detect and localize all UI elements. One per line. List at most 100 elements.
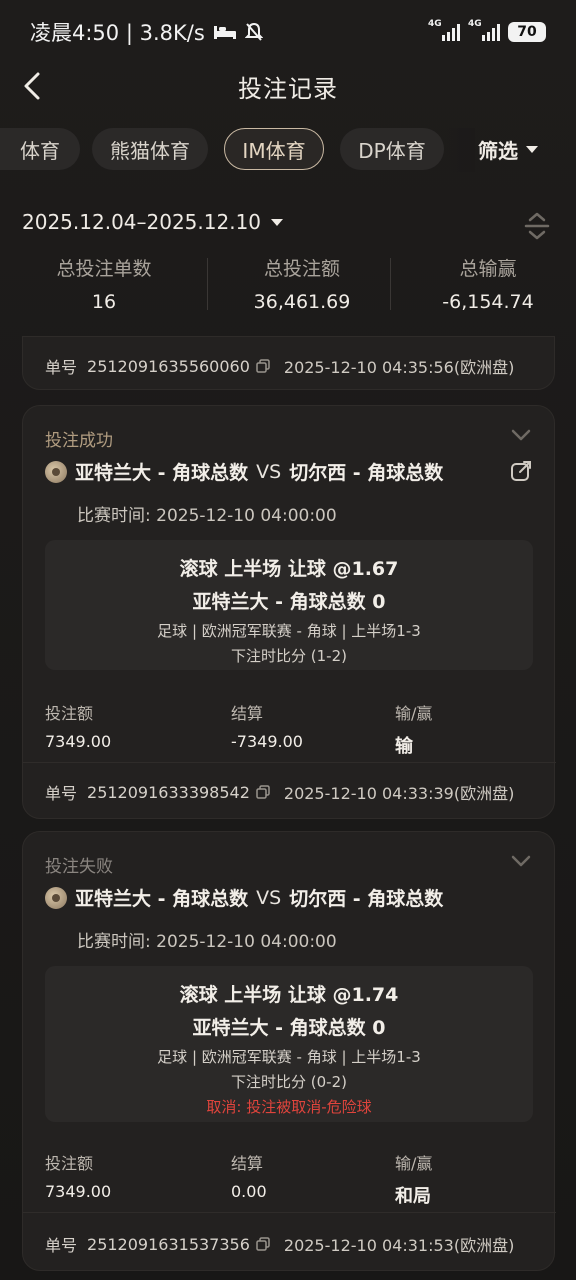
- order-label: 单号: [45, 784, 78, 803]
- bet-score-at-placement: 下注时比分 (1-2): [231, 647, 347, 665]
- bet-score-at-placement: 下注时比分 (0-2): [231, 1073, 347, 1091]
- stat-label: 总投注单数: [56, 258, 152, 280]
- filter-label: 筛选: [478, 138, 518, 163]
- match-time: 比赛时间: 2025-12-10 04:00:00: [77, 932, 337, 952]
- bed-icon: [213, 26, 236, 39]
- home-team: 亚特兰大 - 角球总数: [75, 888, 249, 910]
- stat-label: 总投注额: [263, 258, 340, 280]
- provider-tabs: 体育 熊猫体育 IM体育 DP体育 筛选: [0, 128, 576, 172]
- order-label: 单号: [45, 358, 78, 377]
- away-team: 切尔西 - 角球总数: [289, 462, 444, 484]
- tab-dp-sports[interactable]: DP体育: [340, 128, 444, 170]
- stat-total-winloss: 总输赢 -6,154.74: [392, 254, 576, 313]
- divider: [23, 1212, 556, 1213]
- bet-market: 滚球 上半场 让球 @1.67: [179, 558, 399, 580]
- home-team: 亚特兰大 - 角球总数: [75, 462, 249, 484]
- stake-value: 7349.00: [45, 1182, 112, 1201]
- filter-button[interactable]: 筛选: [478, 128, 538, 170]
- stat-label: 总输赢: [459, 258, 517, 280]
- signal-icon: 4G: [468, 19, 500, 41]
- order-time: 2025-12-10 04:35:56(欧洲盘): [283, 358, 515, 377]
- copy-icon[interactable]: [256, 785, 270, 799]
- order-row: 单号 2512091633398542 2025-12-10 04:33:39(…: [45, 780, 514, 804]
- result-label: 输/赢: [395, 704, 433, 723]
- stat-value: 36,461.69: [253, 291, 351, 313]
- match-title: 亚特兰大 - 角球总数 VS 切尔西 - 角球总数: [45, 884, 443, 911]
- order-number: 2512091635560060: [87, 356, 250, 376]
- stake-label: 投注额: [45, 1154, 94, 1173]
- stake-column: 投注额 7349.00: [45, 700, 111, 751]
- result-column: 输/赢 输: [395, 700, 432, 758]
- stat-total-stake: 总投注额 36,461.69: [206, 254, 398, 313]
- settle-column: 结算 0.00: [231, 1150, 267, 1201]
- stake-label: 投注额: [45, 704, 94, 723]
- copy-icon[interactable]: [256, 359, 270, 373]
- away-team: 切尔西 - 角球总数: [289, 888, 444, 910]
- sort-toggle-icon[interactable]: [524, 210, 550, 242]
- order-time: 2025-12-10 04:31:53(欧洲盘): [283, 1236, 515, 1255]
- match-title: 亚特兰大 - 角球总数 VS 切尔西 - 角球总数: [45, 458, 443, 485]
- page-title: 投注记录: [238, 74, 338, 103]
- network-type-label: 4G: [468, 19, 482, 29]
- signal-icon: 4G: [428, 19, 460, 41]
- order-row: 单号 2512091631537356 2025-12-10 04:31:53(…: [45, 1232, 514, 1256]
- divider: [390, 258, 391, 310]
- summary-stats: 总投注单数 16 总投注额 36,461.69 总输赢 -6,154.74: [0, 254, 576, 318]
- bet-details-box: 滚球 上半场 让球 @1.67 亚特兰大 - 角球总数 0 足球 | 欧洲冠军联…: [45, 540, 533, 670]
- status-bar: 凌晨4:50 | 3.8K/s 4G 4G 70: [0, 0, 576, 64]
- cancel-reason: 取消: 投注被取消-危险球: [206, 1098, 372, 1116]
- order-number: 2512091633398542: [87, 782, 250, 802]
- league-logo-icon: [45, 886, 67, 909]
- stake-value: 7349.00: [45, 732, 112, 751]
- tab-sports[interactable]: 体育: [0, 128, 80, 170]
- stat-value: -6,154.74: [442, 291, 534, 313]
- bet-card: 投注失败 亚特兰大 - 角球总数 VS 切尔西 - 角球总数 比赛时间: 202…: [22, 831, 556, 1271]
- result-value: 输: [395, 736, 413, 757]
- order-label: 单号: [45, 1236, 78, 1255]
- copy-icon[interactable]: [256, 1237, 270, 1251]
- date-range-label: 2025.12.04–2025.12.10: [22, 210, 262, 234]
- bet-status: 投注失败: [45, 857, 113, 877]
- vs-label: VS: [256, 886, 282, 909]
- header: 投注记录: [0, 64, 576, 108]
- tab-label: IM体育: [242, 138, 306, 163]
- stat-value: 16: [91, 291, 117, 313]
- share-icon[interactable]: [510, 460, 532, 482]
- bet-details-box: 滚球 上半场 让球 @1.74 亚特兰大 - 角球总数 0 足球 | 欧洲冠军联…: [45, 966, 533, 1122]
- bet-selection: 亚特兰大 - 角球总数 0: [192, 591, 386, 613]
- chevron-down-icon[interactable]: [510, 428, 532, 442]
- vs-label: VS: [256, 460, 282, 483]
- battery-indicator: 70: [508, 22, 546, 42]
- settle-value: 0.00: [231, 1182, 267, 1201]
- bet-market: 滚球 上半场 让球 @1.74: [179, 984, 399, 1006]
- league-logo-icon: [45, 460, 67, 483]
- tab-label: 体育: [20, 138, 60, 163]
- bet-league-info: 足球 | 欧洲冠军联赛 - 角球 | 上半场1-3: [157, 622, 421, 640]
- settle-value: -7349.00: [231, 732, 303, 751]
- status-time-speed: 凌晨4:50 | 3.8K/s: [30, 21, 205, 45]
- stat-total-orders: 总投注单数 16: [8, 254, 200, 313]
- result-value: 和局: [395, 1186, 431, 1207]
- mute-bell-icon: [244, 22, 263, 41]
- divider: [23, 762, 556, 763]
- bet-league-info: 足球 | 欧洲冠军联赛 - 角球 | 上半场1-3: [157, 1048, 421, 1066]
- order-time: 2025-12-10 04:33:39(欧洲盘): [283, 784, 515, 803]
- tab-panda-sports[interactable]: 熊猫体育: [92, 128, 208, 170]
- chevron-down-icon[interactable]: [510, 854, 532, 868]
- tab-label: DP体育: [358, 138, 426, 163]
- bet-status: 投注成功: [45, 431, 113, 451]
- date-range-picker[interactable]: 2025.12.04–2025.12.10: [22, 210, 284, 234]
- caret-down-icon: [526, 145, 538, 153]
- tab-scroll-fade: [445, 128, 475, 172]
- settle-label: 结算: [231, 704, 264, 723]
- back-arrow-icon[interactable]: [20, 70, 50, 102]
- result-label: 输/赢: [395, 1154, 433, 1173]
- tab-im-sports[interactable]: IM体育: [224, 128, 324, 170]
- bet-card-partial: 单号 2512091635560060 2025-12-10 04:35:56(…: [22, 336, 555, 390]
- tab-label: 熊猫体育: [110, 138, 190, 163]
- settle-label: 结算: [231, 1154, 264, 1173]
- stake-column: 投注额 7349.00: [45, 1150, 111, 1201]
- settle-column: 结算 -7349.00: [231, 700, 303, 751]
- bet-card: 投注成功 亚特兰大 - 角球总数 VS 切尔西 - 角球总数 比赛时间: 202…: [22, 405, 556, 819]
- order-number: 2512091631537356: [87, 1234, 250, 1254]
